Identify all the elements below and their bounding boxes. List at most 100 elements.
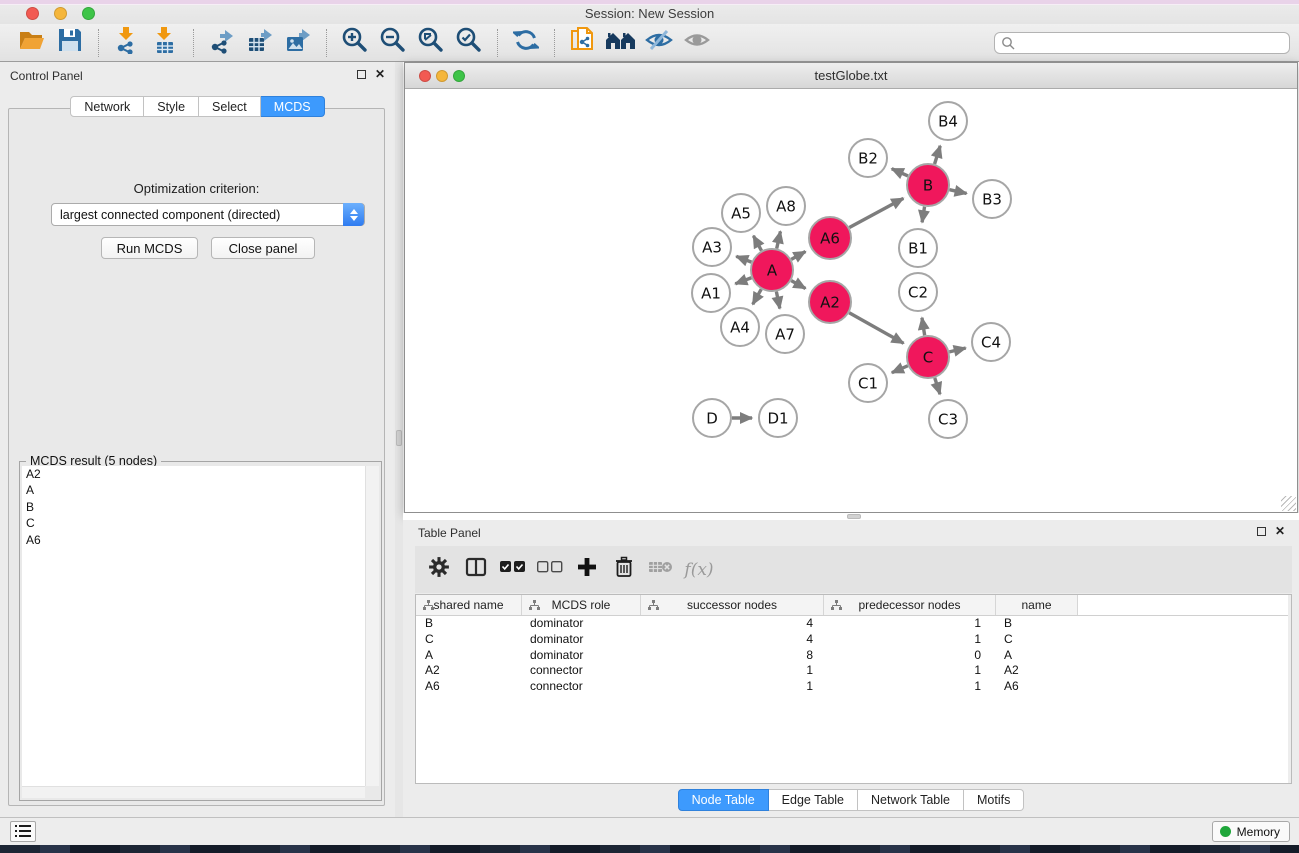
graph-edge-A2-C[interactable] (849, 313, 903, 344)
result-item[interactable]: A2 (22, 466, 365, 482)
result-item[interactable]: A6 (22, 532, 365, 548)
tab-edge-table[interactable]: Edge Table (769, 789, 858, 811)
fit-content-button[interactable] (412, 26, 450, 60)
delete-column-button[interactable] (610, 556, 638, 584)
open-session-button[interactable] (13, 26, 51, 60)
search-input[interactable] (994, 32, 1290, 54)
zoom-out-button[interactable] (374, 26, 412, 60)
result-item[interactable]: B (22, 499, 365, 515)
export-image-button[interactable] (279, 26, 317, 60)
import-table-button[interactable] (146, 26, 184, 60)
mcds-result-list[interactable]: A2ABCA6 (22, 466, 365, 786)
close-panel-icon[interactable]: ✕ (375, 69, 385, 79)
graph-node-B3[interactable]: B3 (973, 180, 1011, 218)
window-resize-grip[interactable] (1281, 496, 1296, 511)
graph-node-B1[interactable]: B1 (899, 229, 937, 267)
graph-node-C2[interactable]: C2 (899, 273, 937, 311)
net-close-button[interactable] (419, 70, 431, 82)
tab-select[interactable]: Select (199, 96, 261, 117)
graph-node-A7[interactable]: A7 (766, 315, 804, 353)
result-horizontal-scrollbar[interactable] (22, 786, 365, 798)
result-item[interactable]: A (22, 482, 365, 498)
table-row[interactable]: A2connector11A2 (416, 663, 1291, 679)
graph-node-A8[interactable]: A8 (767, 187, 805, 225)
graph-edge-A-A8[interactable] (777, 231, 781, 248)
first-neighbors-button[interactable] (602, 26, 640, 60)
graphics-details-button[interactable] (678, 26, 716, 60)
select-all-button[interactable] (499, 556, 527, 584)
tab-mcds[interactable]: MCDS (261, 96, 325, 117)
graph-edge-A-A7[interactable] (776, 292, 779, 309)
graph-node-C3[interactable]: C3 (929, 400, 967, 438)
graph-edge-C-C3[interactable] (935, 378, 940, 394)
graph-edge-B-B4[interactable] (935, 146, 941, 164)
network-canvas[interactable]: B4B2BB3A8A5A6A3B1AA1C2A2A4A7C4CC1DD1C3 (405, 89, 1297, 512)
float-panel-icon[interactable] (1257, 527, 1266, 536)
save-session-button[interactable] (51, 26, 89, 60)
table-row[interactable]: Bdominator41B (416, 616, 1291, 632)
result-item[interactable]: C (22, 515, 365, 531)
panel-split-divider[interactable] (395, 62, 403, 817)
close-window-button[interactable] (26, 7, 39, 20)
tab-motifs[interactable]: Motifs (964, 789, 1024, 811)
close-panel-icon[interactable]: ✕ (1275, 526, 1285, 536)
export-table-button[interactable] (241, 26, 279, 60)
graph-edge-A-A1[interactable] (735, 278, 751, 284)
graph-edge-C-C4[interactable] (949, 348, 965, 352)
graph-node-B[interactable]: B (907, 164, 949, 206)
graph-node-A[interactable]: A (751, 249, 793, 291)
zoom-window-button[interactable] (82, 7, 95, 20)
net-minimize-button[interactable] (436, 70, 448, 82)
graph-node-D1[interactable]: D1 (759, 399, 797, 437)
graph-node-A6[interactable]: A6 (809, 217, 851, 259)
column-header-predecessor-nodes[interactable]: predecessor nodes (824, 595, 996, 615)
tab-network[interactable]: Network (70, 96, 144, 117)
graph-node-A1[interactable]: A1 (692, 274, 730, 312)
tab-style[interactable]: Style (144, 96, 199, 117)
graph-edge-B-B3[interactable] (949, 190, 966, 194)
apply-layout-button[interactable] (507, 26, 545, 60)
tab-network-table[interactable]: Network Table (858, 789, 964, 811)
result-vertical-scrollbar[interactable] (365, 466, 379, 786)
export-network-button[interactable] (203, 26, 241, 60)
run-mcds-button[interactable]: Run MCDS (101, 237, 198, 259)
graph-node-A2[interactable]: A2 (809, 281, 851, 323)
table-options-button[interactable] (425, 556, 453, 584)
split-handle[interactable] (396, 430, 402, 446)
graph-node-C4[interactable]: C4 (972, 323, 1010, 361)
function-builder-button[interactable]: f(x) (684, 556, 712, 584)
graph-node-A3[interactable]: A3 (693, 228, 731, 266)
column-header-name[interactable]: name (996, 595, 1078, 615)
graph-edge-B-B2[interactable] (892, 169, 908, 176)
graph-node-A4[interactable]: A4 (721, 308, 759, 346)
graph-edge-A6-B[interactable] (849, 198, 903, 227)
delete-table-button[interactable] (647, 556, 675, 584)
column-header-shared-name[interactable]: shared name (416, 595, 522, 615)
split-handle[interactable] (847, 514, 861, 519)
create-column-button[interactable] (573, 556, 601, 584)
graph-edge-A-A6[interactable] (791, 252, 805, 260)
graph-node-C1[interactable]: C1 (849, 364, 887, 402)
column-header-successor-nodes[interactable]: successor nodes (641, 595, 824, 615)
zoom-selected-button[interactable] (450, 26, 488, 60)
duplicate-network-button[interactable] (564, 26, 602, 60)
zoom-in-button[interactable] (336, 26, 374, 60)
graph-node-A5[interactable]: A5 (722, 194, 760, 232)
net-zoom-button[interactable] (453, 70, 465, 82)
graph-edge-C-C1[interactable] (892, 366, 908, 373)
show-columns-button[interactable] (462, 556, 490, 584)
graph-edge-C-C2[interactable] (922, 318, 925, 336)
minimize-window-button[interactable] (54, 7, 67, 20)
graph-edge-A-A4[interactable] (753, 289, 762, 304)
graph-edge-A-A2[interactable] (791, 281, 805, 289)
graph-edge-A-A5[interactable] (753, 236, 761, 251)
task-history-button[interactable] (10, 821, 36, 842)
deselect-all-button[interactable] (536, 556, 564, 584)
graph-edge-B-B1[interactable] (922, 207, 924, 223)
graph-node-C[interactable]: C (907, 336, 949, 378)
optimization-criterion-select[interactable]: largest connected component (directed) (51, 203, 365, 226)
network-window-titlebar[interactable]: testGlobe.txt (405, 63, 1297, 89)
table-scrollbar[interactable] (1288, 595, 1291, 783)
graph-node-B4[interactable]: B4 (929, 102, 967, 140)
graph-edge-A-A3[interactable] (736, 256, 751, 262)
